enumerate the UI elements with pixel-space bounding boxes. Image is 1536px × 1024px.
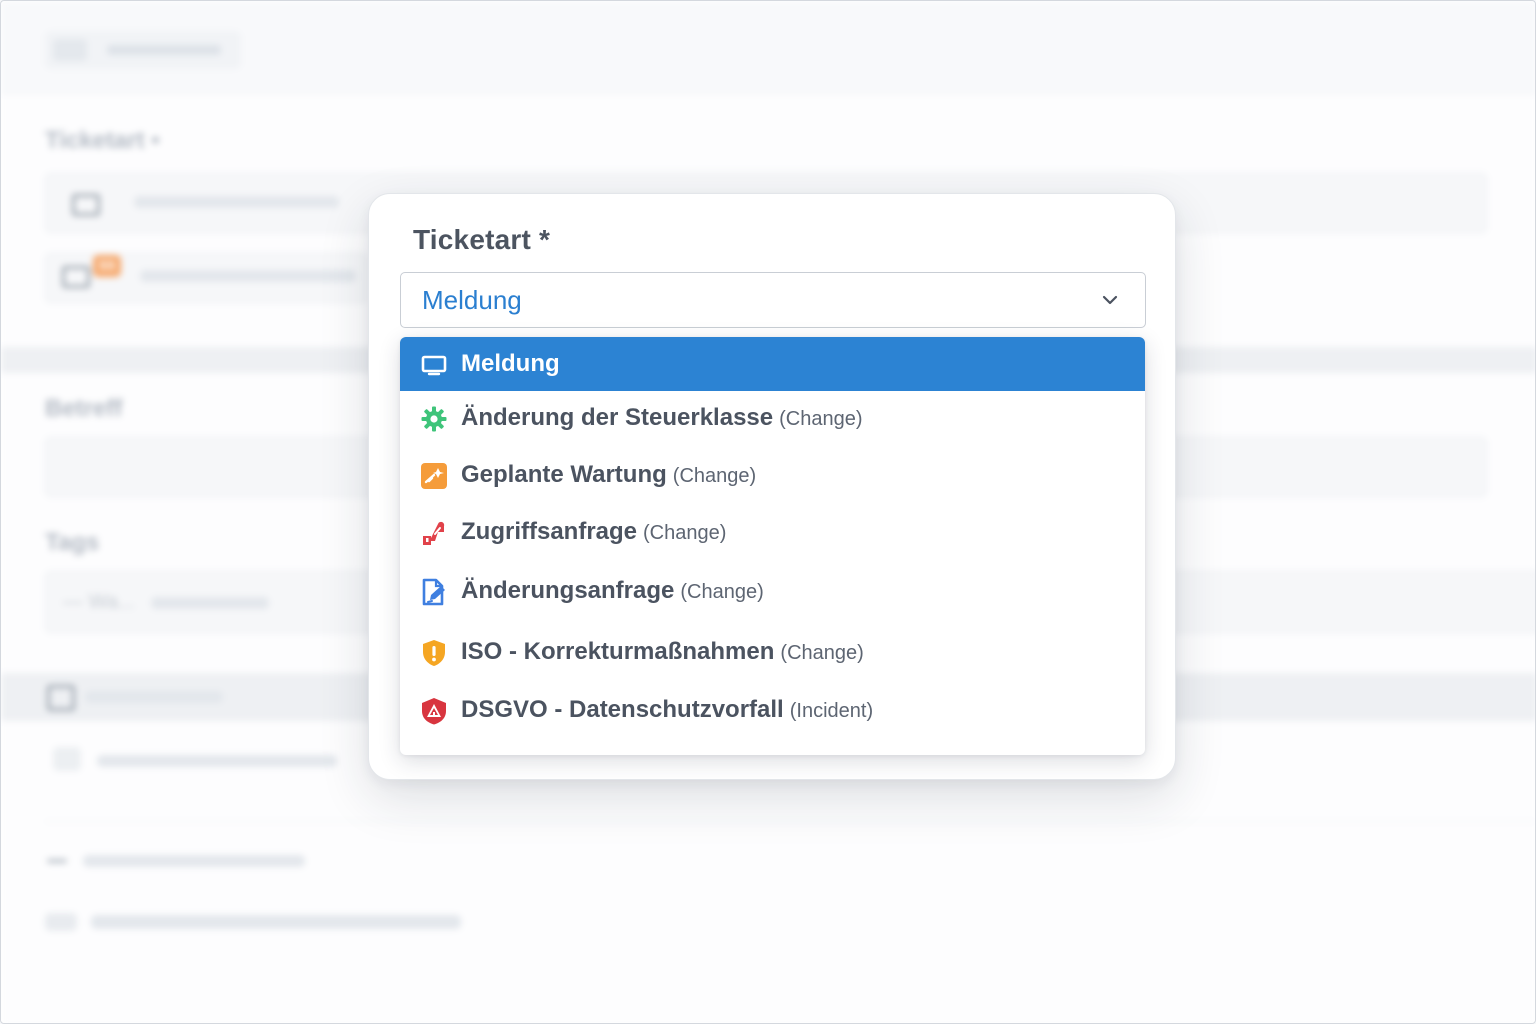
- option-type: (Change): [779, 408, 863, 430]
- bg-label-ticketart: Ticketart •: [45, 127, 160, 154]
- option-geplante-wartung[interactable]: Geplante Wartung (Change): [400, 448, 1145, 504]
- ticket-type-modal: Ticketart * Meldung Meldung Änderung der…: [368, 193, 1176, 780]
- monitor-icon: [421, 355, 447, 376]
- shield-alert-icon: [422, 698, 446, 725]
- edit-document-icon: [422, 578, 445, 606]
- option-aenderungsanfrage[interactable]: Änderungsanfrage (Change): [400, 564, 1145, 620]
- ticket-type-options: Meldung Änderung der Steuerklasse (Chang…: [400, 337, 1145, 755]
- bg-tags-placeholder: — Wa...: [63, 591, 135, 613]
- option-label: Geplante Wartung: [461, 461, 667, 488]
- monitor-icon: [72, 194, 100, 216]
- selected-value: Meldung: [422, 285, 522, 315]
- top-bar: [1, 1, 1535, 94]
- option-type: (Change): [643, 522, 727, 544]
- count-badge: 55: [93, 255, 121, 277]
- option-label: Änderungsanfrage: [461, 577, 675, 604]
- gear-icon: [421, 406, 447, 432]
- ticket-type-select[interactable]: Meldung: [400, 272, 1146, 328]
- bg-label-betreff: Betreff: [45, 395, 123, 422]
- option-label: DSGVO - Datenschutzvorfall: [461, 696, 784, 723]
- option-label: ISO - Korrekturmaßnahmen: [461, 638, 775, 665]
- option-label: Änderung der Steuerklasse: [461, 404, 774, 431]
- ticket-type-label: Ticketart *: [413, 224, 551, 255]
- option-steuerklasse[interactable]: Änderung der Steuerklasse (Change): [400, 391, 1145, 447]
- access-request-icon: [423, 521, 445, 545]
- chevron-down-icon: [1102, 295, 1118, 305]
- option-zugriffsanfrage[interactable]: Zugriffsanfrage (Change): [400, 505, 1145, 561]
- option-type: (Incident): [789, 700, 874, 722]
- option-meldung[interactable]: Meldung: [400, 337, 1145, 391]
- maintenance-icon: [421, 463, 447, 489]
- comment-icon: [47, 685, 75, 711]
- option-label: Zugriffsanfrage: [461, 518, 638, 545]
- chat-icon: [62, 266, 90, 288]
- app-window: Ticketart • 55 Betreff Tags — Wa... Tick…: [0, 0, 1536, 1024]
- option-type: (Change): [780, 642, 864, 664]
- top-bar-chip: [45, 31, 241, 69]
- option-label: Meldung: [461, 350, 560, 377]
- option-dsgvo-datenschutzvorfall[interactable]: DSGVO - Datenschutzvorfall (Incident): [400, 683, 1145, 739]
- option-iso-korrekturmassnahmen[interactable]: ISO - Korrekturmaßnahmen (Change): [400, 625, 1145, 681]
- option-type: (Change): [672, 465, 757, 487]
- option-type: (Change): [680, 581, 764, 603]
- shield-warning-icon: [423, 640, 445, 666]
- bg-label-tags: Tags: [45, 529, 100, 556]
